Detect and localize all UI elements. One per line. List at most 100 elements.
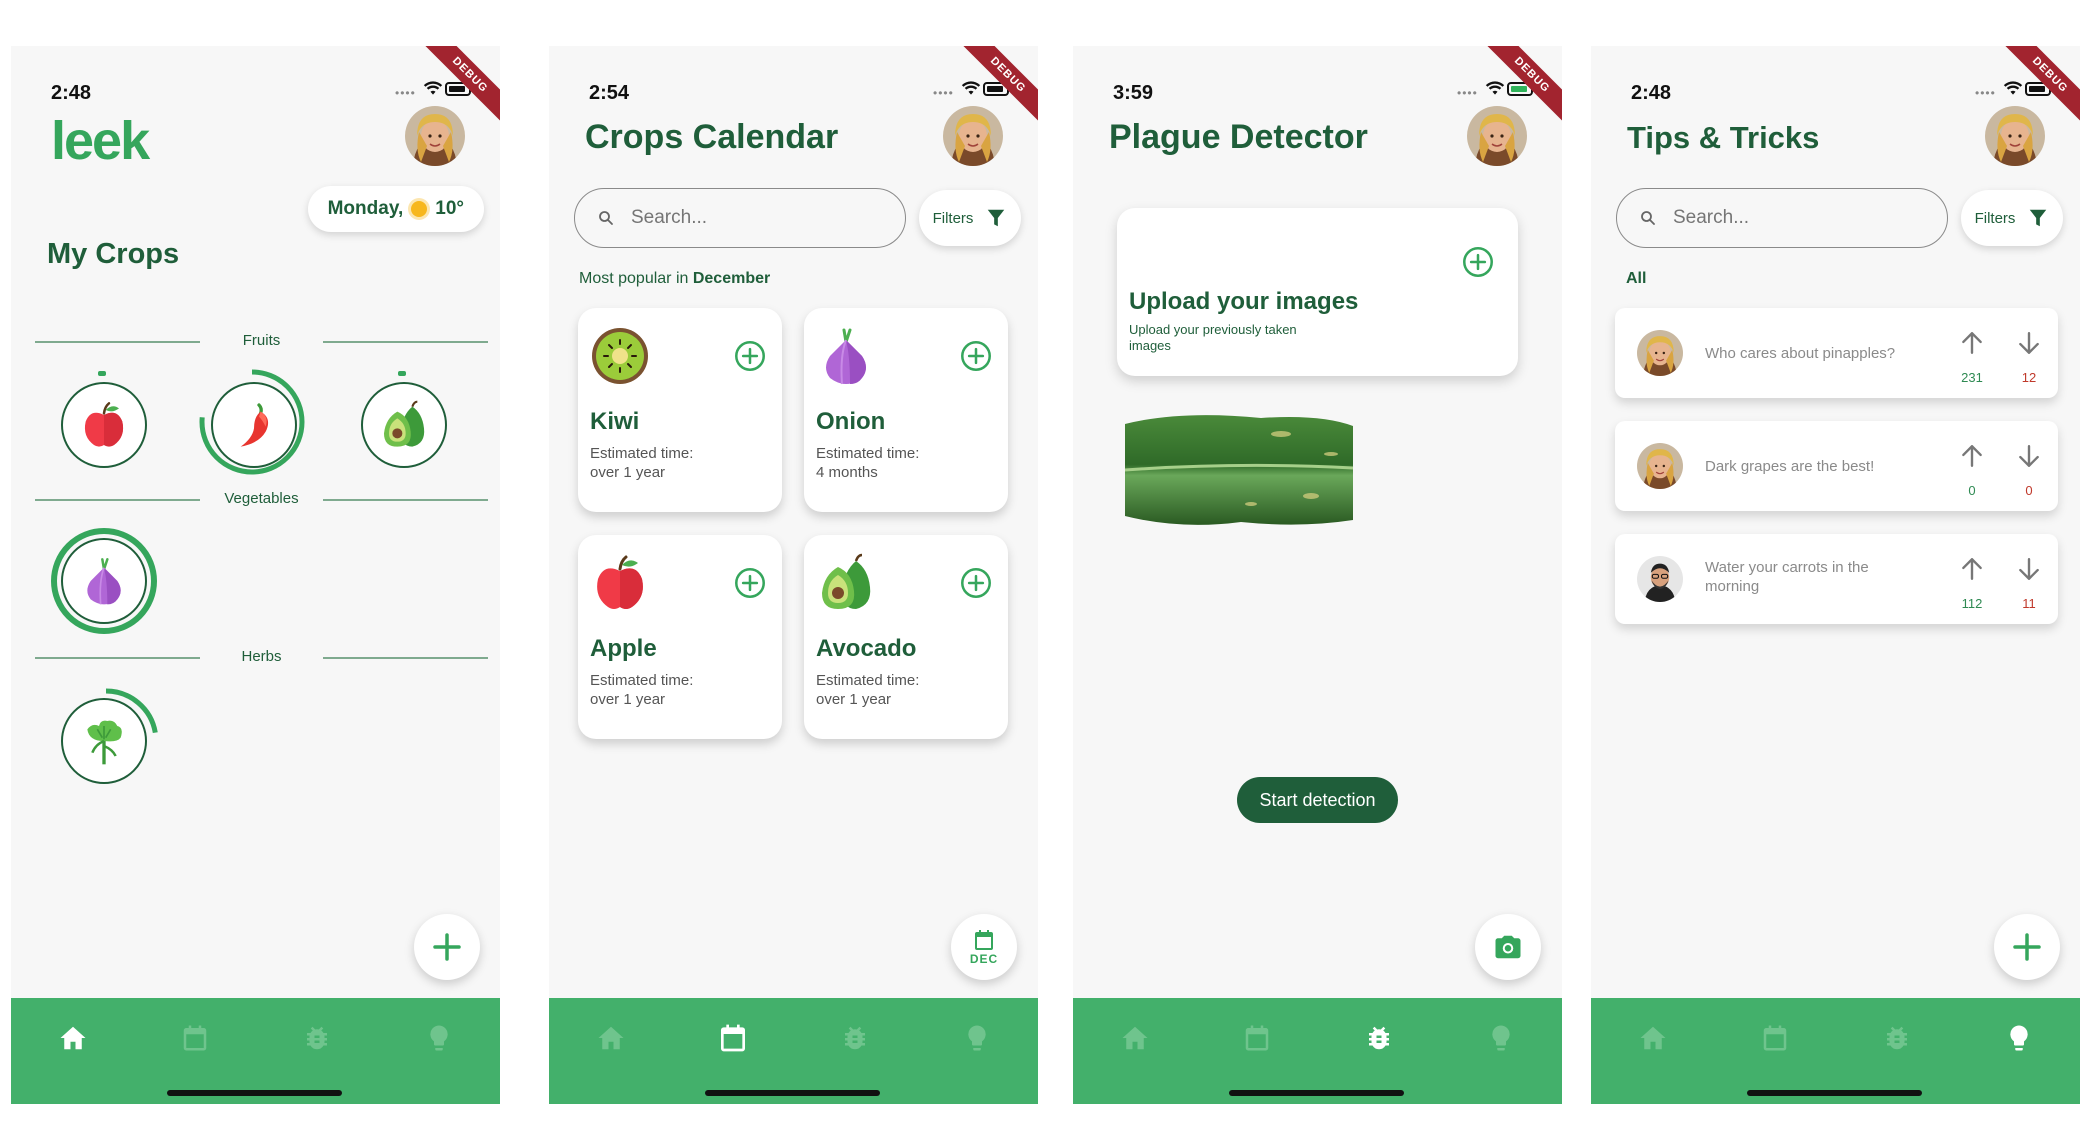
- bottom-nav: [1073, 998, 1562, 1104]
- nav-detector[interactable]: [835, 1018, 875, 1058]
- search-box[interactable]: [574, 188, 906, 248]
- bug-icon: [840, 1023, 870, 1053]
- add-crop-button[interactable]: [414, 914, 480, 980]
- crop-chili[interactable]: [211, 382, 297, 468]
- downvote-icon[interactable]: [2016, 443, 2042, 469]
- nav-home[interactable]: [1633, 1018, 1673, 1058]
- home-screen: 2:48 •••• DEBUG leek Monday, 10° My Crop…: [11, 46, 500, 1104]
- tip-text: Dark grapes are the best!: [1705, 458, 1875, 475]
- crop-name: Kiwi: [590, 408, 640, 435]
- avatar[interactable]: [1985, 106, 2045, 166]
- avatar: [1637, 330, 1683, 376]
- nav-calendar[interactable]: [1755, 1018, 1795, 1058]
- wifi-icon: [1485, 80, 1505, 96]
- filters-button[interactable]: Filters: [1961, 190, 2063, 246]
- downvote-icon[interactable]: [2016, 330, 2042, 356]
- search-input[interactable]: [1673, 207, 1893, 229]
- downvote-icon[interactable]: [2016, 556, 2042, 582]
- group-divider-fruits: Fruits: [35, 332, 488, 352]
- status-time: 3:59: [1113, 82, 1154, 104]
- nav-calendar[interactable]: [1237, 1018, 1277, 1058]
- calendar-icon: [717, 1022, 749, 1054]
- status-bar: 3:59 ••••: [1073, 64, 1562, 104]
- calendar-icon: [972, 928, 996, 952]
- crop-card-kiwi[interactable]: Kiwi Estimated time: over 1 year: [578, 308, 782, 512]
- nav-detector[interactable]: [1877, 1018, 1917, 1058]
- chili-icon: [229, 400, 279, 450]
- avatar[interactable]: [405, 106, 465, 166]
- nav-calendar[interactable]: [713, 1018, 753, 1058]
- crop-card-onion[interactable]: Onion Estimated time: 4 months: [804, 308, 1008, 512]
- search-box[interactable]: [1616, 188, 1948, 248]
- bug-icon: [302, 1023, 332, 1053]
- crop-onion[interactable]: [61, 538, 147, 624]
- tip-post[interactable]: Water your carrots in the morning 112 11: [1615, 534, 2058, 624]
- popular-heading: Most popular in December: [579, 270, 770, 288]
- nav-calendar[interactable]: [175, 1018, 215, 1058]
- calendar-icon: [1760, 1023, 1790, 1053]
- upload-card[interactable]: Upload your images Upload your previousl…: [1117, 208, 1518, 376]
- nav-tips[interactable]: [1999, 1018, 2039, 1058]
- nav-tips[interactable]: [419, 1018, 459, 1058]
- calendar-screen: 2:54 •••• DEBUG Crops Calendar Filters M…: [549, 46, 1038, 1104]
- crop-lettuce[interactable]: [61, 698, 147, 784]
- apple-icon: [79, 400, 129, 450]
- search-input[interactable]: [631, 207, 851, 229]
- filters-button[interactable]: Filters: [919, 190, 1021, 246]
- signal-icon: ••••: [933, 86, 954, 100]
- add-circle-icon[interactable]: [960, 567, 992, 599]
- progress-marker: [398, 371, 406, 376]
- start-detection-button[interactable]: Start detection: [1237, 777, 1398, 823]
- upvote-count: 112: [1961, 596, 1983, 611]
- crop-avocado[interactable]: [361, 382, 447, 468]
- wifi-icon: [423, 80, 443, 96]
- nav-home[interactable]: [591, 1018, 631, 1058]
- tip-post[interactable]: Who cares about pinapples? 231 12: [1615, 308, 2058, 398]
- nav-tips[interactable]: [1481, 1018, 1521, 1058]
- filter-all-tab[interactable]: All: [1626, 270, 1646, 288]
- crop-estimate: Estimated time: over 1 year: [816, 672, 920, 708]
- home-icon: [1120, 1023, 1150, 1053]
- month-label: DEC: [969, 952, 999, 966]
- add-circle-icon[interactable]: [1462, 246, 1494, 278]
- nav-home[interactable]: [1115, 1018, 1155, 1058]
- crop-card-apple[interactable]: Apple Estimated time: over 1 year: [578, 535, 782, 739]
- nav-detector[interactable]: [1359, 1018, 1399, 1058]
- upvote-icon[interactable]: [1959, 443, 1985, 469]
- month-button[interactable]: DEC: [951, 914, 1017, 980]
- nav-home[interactable]: [53, 1018, 93, 1058]
- bottom-nav: [1591, 998, 2080, 1104]
- crop-card-avocado[interactable]: Avocado Estimated time: over 1 year: [804, 535, 1008, 739]
- avocado-icon: [379, 400, 429, 450]
- avatar[interactable]: [1467, 106, 1527, 166]
- camera-button[interactable]: [1475, 914, 1541, 980]
- lightbulb-icon: [962, 1023, 992, 1053]
- wifi-icon: [2003, 80, 2023, 96]
- signal-icon: ••••: [1457, 86, 1478, 100]
- lightbulb-icon: [1486, 1023, 1516, 1053]
- popular-month: December: [692, 270, 771, 287]
- upvote-icon[interactable]: [1959, 330, 1985, 356]
- leaf-photo[interactable]: [1121, 404, 1357, 534]
- lettuce-icon: [79, 716, 129, 766]
- crop-estimate: Estimated time: 4 months: [816, 445, 920, 481]
- crop-apple[interactable]: [61, 382, 147, 468]
- add-circle-icon[interactable]: [734, 340, 766, 372]
- upvote-count: 0: [1968, 483, 1976, 498]
- add-circle-icon[interactable]: [734, 567, 766, 599]
- nav-tips[interactable]: [957, 1018, 997, 1058]
- status-bar: 2:48 ••••: [11, 64, 500, 104]
- upvote-icon[interactable]: [1959, 556, 1985, 582]
- add-tip-button[interactable]: [1994, 914, 2060, 980]
- tip-post[interactable]: Dark grapes are the best! 0 0: [1615, 421, 2058, 511]
- add-circle-icon[interactable]: [960, 340, 992, 372]
- home-icon: [1638, 1023, 1668, 1053]
- weather-temp: 10°: [435, 198, 464, 219]
- nav-detector[interactable]: [297, 1018, 337, 1058]
- avatar: [1637, 556, 1683, 602]
- page-title: Plague Detector: [1109, 118, 1368, 156]
- avatar[interactable]: [943, 106, 1003, 166]
- home-indicator: [167, 1090, 342, 1096]
- plus-icon: [2013, 933, 2041, 961]
- crop-name: Avocado: [816, 635, 917, 662]
